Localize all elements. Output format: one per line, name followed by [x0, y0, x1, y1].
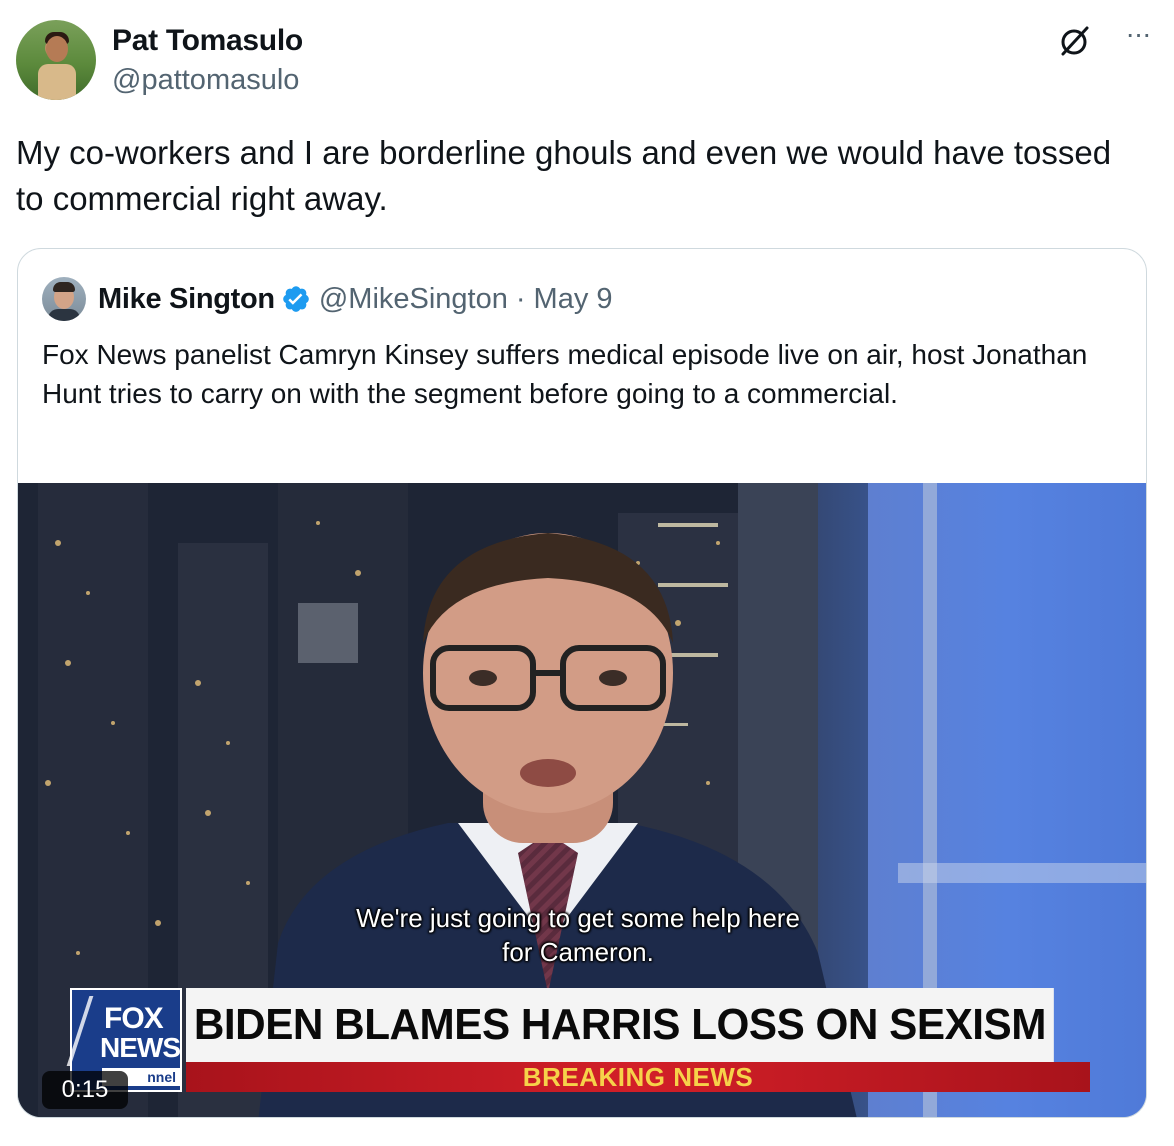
quoted-author-name[interactable]: Mike Sington: [98, 283, 275, 316]
verified-badge-icon: [283, 286, 309, 312]
video-caption: We're just going to get some help here f…: [318, 901, 838, 969]
quoted-date[interactable]: May 9: [534, 283, 613, 316]
breaking-news-bar: BREAKING NEWS: [186, 1062, 1090, 1092]
caption-line-2: for Cameron.: [502, 937, 654, 967]
logo-news-text: NEWS: [100, 1032, 181, 1063]
quoted-author-avatar[interactable]: [42, 277, 86, 321]
author-avatar[interactable]: [16, 20, 96, 100]
chyron-headline: BIDEN BLAMES HARRIS LOSS ON SEXISM: [186, 988, 1054, 1062]
caption-line-1: We're just going to get some help here: [356, 903, 800, 933]
separator-dot: ·: [515, 282, 526, 315]
more-icon[interactable]: ···: [1120, 20, 1156, 58]
quoted-text: Fox News panelist Camryn Kinsey suffers …: [42, 339, 1088, 409]
tweet-text: My co-workers and I are borderline ghoul…: [16, 134, 1112, 217]
logo-fox-text: FOX: [104, 1002, 164, 1035]
video-player[interactable]: We're just going to get some help here f…: [18, 483, 1146, 1117]
quoted-tweet[interactable]: Mike Sington @MikeSington · May 9 Fox Ne…: [17, 248, 1147, 1118]
news-chyron: FOX NEWS nnel BIDEN BLAMES HARRIS LOSS O…: [66, 988, 1090, 1092]
studio-light: [898, 863, 1146, 883]
grok-icon[interactable]: [1056, 24, 1092, 60]
tweet-header: Pat Tomasulo @pattomasulo ···: [16, 18, 1156, 104]
author-name[interactable]: Pat Tomasulo: [112, 24, 303, 58]
author-handle[interactable]: @pattomasulo: [112, 64, 299, 97]
quoted-header: Mike Sington @MikeSington · May 9: [42, 277, 613, 321]
quoted-author-handle[interactable]: @MikeSington: [319, 283, 508, 316]
video-duration: 0:15: [42, 1071, 128, 1109]
